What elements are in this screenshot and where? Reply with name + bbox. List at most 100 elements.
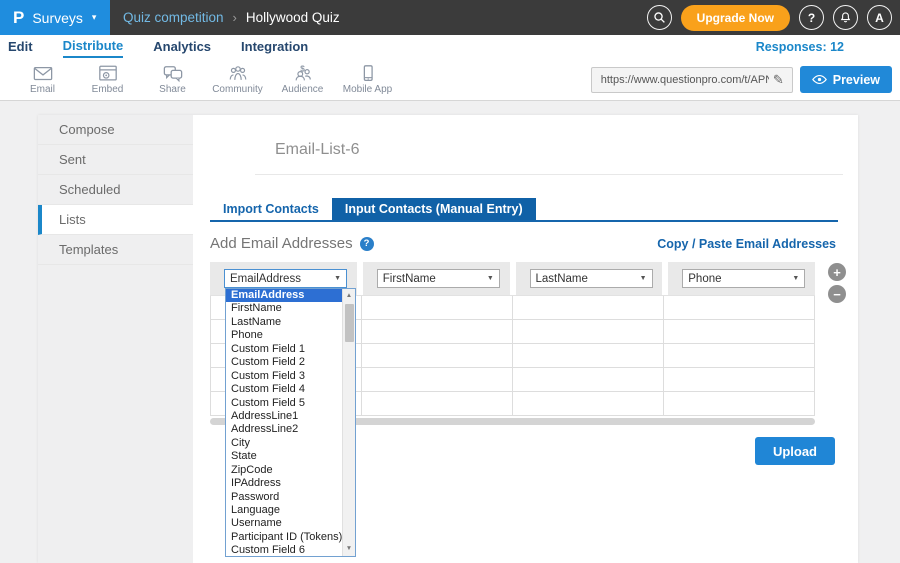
dropdown-option[interactable]: Language — [226, 504, 342, 517]
toolbar-item-label: Mobile App — [343, 84, 392, 95]
table-cell[interactable] — [513, 344, 664, 367]
avatar[interactable]: A — [867, 5, 892, 30]
dropdown-scrollbar[interactable]: ▲ ▼ — [342, 289, 355, 556]
dropdown-option[interactable]: Password — [226, 491, 342, 504]
page-title: Email-List-6 — [275, 141, 843, 159]
tab-import-contacts[interactable]: Import Contacts — [210, 198, 332, 220]
dropdown-option[interactable]: State — [226, 450, 342, 463]
dropdown-option[interactable]: City — [226, 437, 342, 450]
table-cell[interactable] — [664, 296, 815, 319]
survey-url-box: ✎ — [591, 67, 793, 93]
dropdown-option[interactable]: ZipCode — [226, 464, 342, 477]
dropdown-option[interactable]: Custom Field 6 — [226, 544, 342, 556]
field-select-dropdown: EmailAddress FirstName LastName Phone Cu… — [225, 288, 356, 557]
preview-button[interactable]: Preview — [800, 66, 892, 93]
edit-url-pencil-icon[interactable]: ✎ — [771, 72, 792, 88]
select-caret-icon: ▼ — [792, 275, 799, 282]
toolbar-item-label: Embed — [92, 84, 124, 95]
notifications-bell-icon[interactable] — [833, 5, 858, 30]
dropdown-option[interactable]: AddressLine1 — [226, 410, 342, 423]
field-select-first-name[interactable]: FirstName ▼ — [377, 269, 500, 288]
sidebar-item-compose[interactable]: Compose — [38, 115, 193, 145]
sidebar-item-templates[interactable]: Templates — [38, 235, 193, 265]
email-icon — [32, 64, 54, 84]
dropdown-option[interactable]: LastName — [226, 316, 342, 329]
table-cell[interactable] — [664, 344, 815, 367]
surveys-menu[interactable]: P Surveys ▾ — [0, 0, 110, 35]
title-divider — [255, 174, 843, 175]
toolbar-item-share[interactable]: Share — [140, 64, 205, 95]
breadcrumb: Quiz competition › Hollywood Quiz — [123, 0, 340, 35]
chevron-down-icon: ▾ — [92, 12, 97, 23]
table-cell[interactable] — [664, 320, 815, 343]
field-select-value: EmailAddress — [230, 273, 301, 285]
dropdown-option[interactable]: Participant ID (Tokens) — [226, 531, 342, 544]
toolbar-item-audience[interactable]: $ Audience — [270, 64, 335, 95]
toolbar-item-label: Community — [212, 84, 263, 95]
table-cell[interactable] — [513, 296, 664, 319]
table-cell[interactable] — [513, 320, 664, 343]
breadcrumb-parent[interactable]: Quiz competition — [123, 10, 224, 25]
scroll-down-icon[interactable]: ▼ — [343, 543, 355, 555]
toolbar-item-label: Share — [159, 84, 186, 95]
dropdown-option[interactable]: EmailAddress — [226, 289, 342, 302]
content-panel: Compose Sent Scheduled Lists Templates E… — [38, 115, 858, 563]
dropdown-option[interactable]: Custom Field 4 — [226, 383, 342, 396]
toolbar-item-label: Email — [30, 84, 55, 95]
table-cell[interactable] — [362, 296, 513, 319]
dropdown-option[interactable]: Phone — [226, 329, 342, 342]
table-cell[interactable] — [362, 344, 513, 367]
toolbar-item-embed[interactable]: Embed — [75, 64, 140, 95]
survey-url-input[interactable] — [592, 74, 771, 86]
sidebar-item-lists[interactable]: Lists — [38, 205, 193, 235]
toolbar-item-label: Audience — [282, 84, 324, 95]
email-sidebar: Compose Sent Scheduled Lists Templates — [38, 115, 193, 563]
toolbar-item-community[interactable]: Community — [205, 64, 270, 95]
embed-icon — [97, 64, 119, 84]
table-cell[interactable] — [362, 392, 513, 415]
contacts-tabs: Import Contacts Input Contacts (Manual E… — [210, 198, 838, 222]
dropdown-option[interactable]: AddressLine2 — [226, 423, 342, 436]
help-button[interactable]: ? — [799, 5, 824, 30]
select-caret-icon: ▼ — [487, 275, 494, 282]
field-select-value: LastName — [536, 273, 588, 285]
upgrade-now-button[interactable]: Upgrade Now — [681, 5, 790, 31]
search-icon[interactable] — [647, 5, 672, 30]
dropdown-option[interactable]: IPAddress — [226, 477, 342, 490]
sidebar-item-sent[interactable]: Sent — [38, 145, 193, 175]
table-cell[interactable] — [513, 392, 664, 415]
dropdown-option[interactable]: Username — [226, 517, 342, 530]
column-header: LastName ▼ — [516, 262, 663, 295]
tab-edit[interactable]: Edit — [8, 35, 33, 58]
field-select-last-name[interactable]: LastName ▼ — [530, 269, 653, 288]
remove-row-minus-icon[interactable]: − — [828, 285, 846, 303]
copy-paste-email-addresses-link[interactable]: Copy / Paste Email Addresses — [657, 237, 836, 251]
toolbar-item-mobile-app[interactable]: Mobile App — [335, 64, 400, 95]
scrollbar-thumb[interactable] — [345, 304, 354, 342]
table-cell[interactable] — [362, 320, 513, 343]
tab-input-contacts-manual-entry[interactable]: Input Contacts (Manual Entry) — [332, 198, 536, 220]
toolbar-item-email[interactable]: Email — [10, 64, 75, 95]
dropdown-option[interactable]: Custom Field 2 — [226, 356, 342, 369]
tab-distribute[interactable]: Distribute — [63, 35, 124, 58]
help-icon[interactable]: ? — [360, 237, 374, 251]
tab-integration[interactable]: Integration — [241, 35, 308, 58]
sidebar-item-scheduled[interactable]: Scheduled — [38, 175, 193, 205]
eye-icon — [812, 74, 827, 85]
add-row-plus-icon[interactable]: + — [828, 263, 846, 281]
table-cell[interactable] — [513, 368, 664, 391]
dropdown-option[interactable]: Custom Field 5 — [226, 397, 342, 410]
dropdown-option[interactable]: Custom Field 1 — [226, 343, 342, 356]
table-cell[interactable] — [362, 368, 513, 391]
scroll-up-icon[interactable]: ▲ — [343, 290, 355, 302]
field-select-value: FirstName — [383, 273, 436, 285]
table-cell[interactable] — [664, 392, 815, 415]
table-cell[interactable] — [664, 368, 815, 391]
select-caret-icon: ▼ — [640, 275, 647, 282]
field-select-phone[interactable]: Phone ▼ — [682, 269, 805, 288]
field-select-email-address[interactable]: EmailAddress ▼ — [224, 269, 347, 288]
dropdown-option[interactable]: Custom Field 3 — [226, 370, 342, 383]
upload-button[interactable]: Upload — [755, 437, 835, 465]
dropdown-option[interactable]: FirstName — [226, 302, 342, 315]
tab-analytics[interactable]: Analytics — [153, 35, 211, 58]
